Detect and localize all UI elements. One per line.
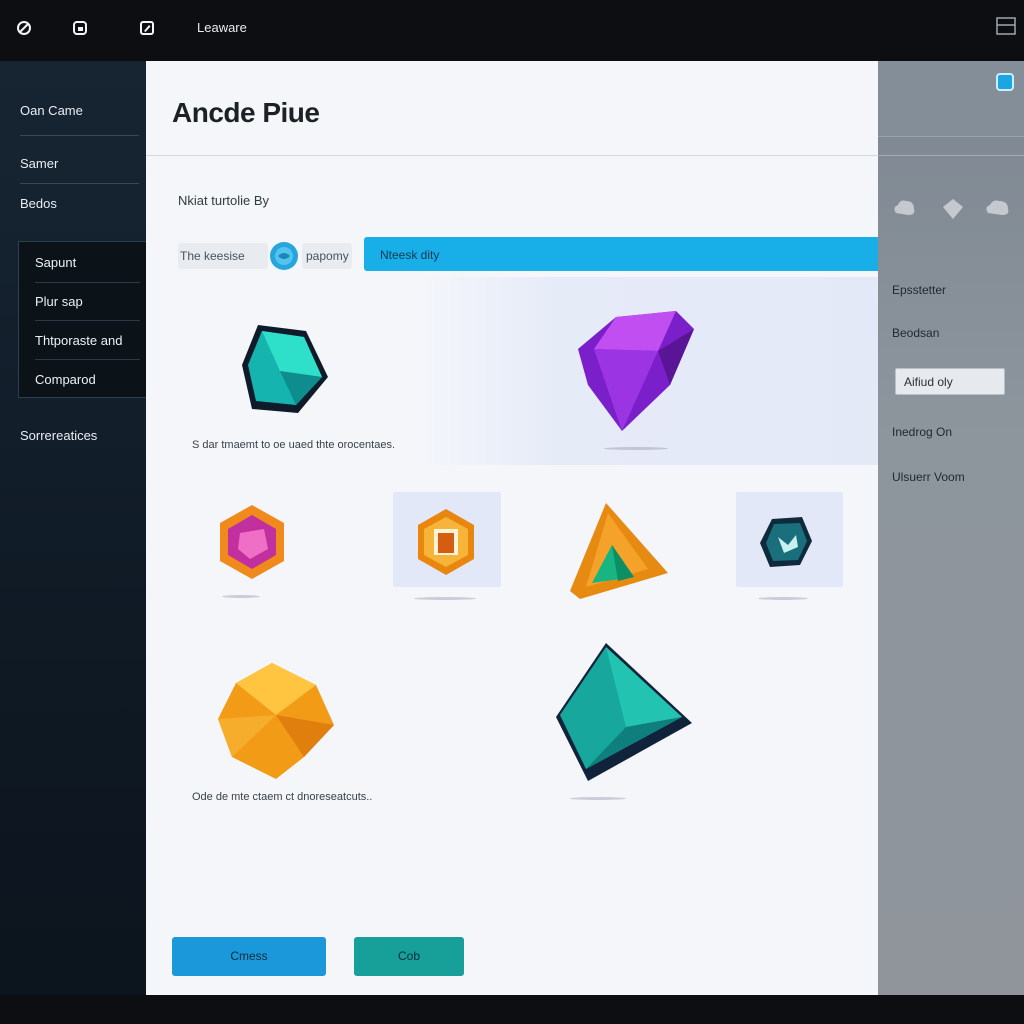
sidebar-item-oan-came[interactable]: Oan Came — [20, 103, 83, 118]
sidebar-submenu: Sapunt Plur sap Thtporaste and Comparod — [18, 241, 146, 398]
layout-icon[interactable] — [996, 16, 1016, 36]
teal-gem-icon[interactable] — [236, 317, 332, 421]
bottom-bar — [0, 995, 1024, 1024]
cloud-icon[interactable] — [984, 197, 1010, 219]
gem-outline-icon[interactable] — [941, 197, 965, 221]
orange-hexagon-icon[interactable] — [216, 503, 288, 581]
submenu-divider — [35, 282, 140, 283]
highlight-bar[interactable]: Nteesk dity — [364, 237, 878, 271]
sidebar-item-bedos[interactable]: Bedos — [20, 196, 57, 211]
submenu-item-plur-sap[interactable]: Plur sap — [35, 294, 83, 309]
sidebar: Oan Came Samer Bedos Sapunt Plur sap Tht… — [0, 61, 146, 995]
triangle-gem-icon[interactable] — [564, 499, 674, 603]
top-bar: Leaware — [0, 0, 1024, 61]
gem-shadow — [570, 797, 626, 800]
submenu-divider — [35, 320, 140, 321]
gem-shadow — [604, 447, 668, 450]
globe-icon-button[interactable] — [270, 242, 298, 270]
primary-button[interactable]: Cmess — [172, 937, 326, 976]
submenu-item-thtporaste[interactable]: Thtporaste and — [35, 333, 122, 348]
caption-bottom: Ode de mte ctaem ct dnoreseatcuts.. — [192, 791, 373, 803]
section-label: Nkiat turtolie By — [178, 193, 270, 208]
secondary-button[interactable]: Cob — [354, 937, 464, 976]
sidebar-divider — [20, 135, 139, 136]
submenu-item-comparod[interactable]: Comparod — [35, 372, 96, 387]
gem-shadow — [414, 597, 476, 600]
window-icon[interactable] — [72, 20, 88, 36]
gem-shadow — [222, 595, 260, 598]
door-gem-icon[interactable] — [414, 507, 478, 577]
main-panel: Ancde Piue Nkiat turtolie By The keesise… — [146, 61, 878, 995]
search-field[interactable]: The keesise — [178, 243, 268, 269]
edit-icon[interactable] — [139, 20, 155, 36]
right-input-field[interactable]: Aifiud oly — [895, 368, 1005, 395]
gem-shadow — [758, 597, 808, 600]
title-divider — [146, 155, 878, 156]
notification-badge-icon[interactable] — [996, 73, 1014, 91]
right-panel-divider — [878, 155, 1024, 156]
right-item-beodsan[interactable]: Beodsan — [892, 326, 939, 340]
sidebar-divider — [20, 183, 139, 184]
page-title: Ancde Piue — [172, 97, 320, 128]
teal-pyramid-icon[interactable] — [554, 641, 694, 783]
right-item-epsstetter[interactable]: Epsstetter — [892, 283, 946, 297]
cloud-icon[interactable] — [892, 197, 916, 219]
caption-top: S dar tmaemt to oe uaed thte orocentaes. — [192, 439, 396, 451]
filter-field[interactable]: papomy — [302, 243, 352, 269]
right-item-inedrog[interactable]: Inedrog On — [892, 425, 952, 439]
submenu-divider — [35, 359, 140, 360]
right-item-ulsuerr[interactable]: Ulsuerr Voom — [892, 470, 965, 484]
shield-gem-icon[interactable] — [758, 515, 814, 569]
purple-gem-icon[interactable] — [574, 305, 704, 435]
right-panel: Epsstetter Beodsan Aifiud oly Inedrog On… — [878, 61, 1024, 995]
orange-gem-icon[interactable] — [216, 661, 336, 781]
submenu-item-sapunt[interactable]: Sapunt — [35, 255, 76, 270]
no-entry-icon[interactable] — [16, 20, 32, 36]
sidebar-item-samer[interactable]: Samer — [20, 156, 58, 171]
sidebar-item-sorrereatices[interactable]: Sorrereatices — [20, 428, 97, 443]
app-title: Leaware — [197, 20, 247, 35]
